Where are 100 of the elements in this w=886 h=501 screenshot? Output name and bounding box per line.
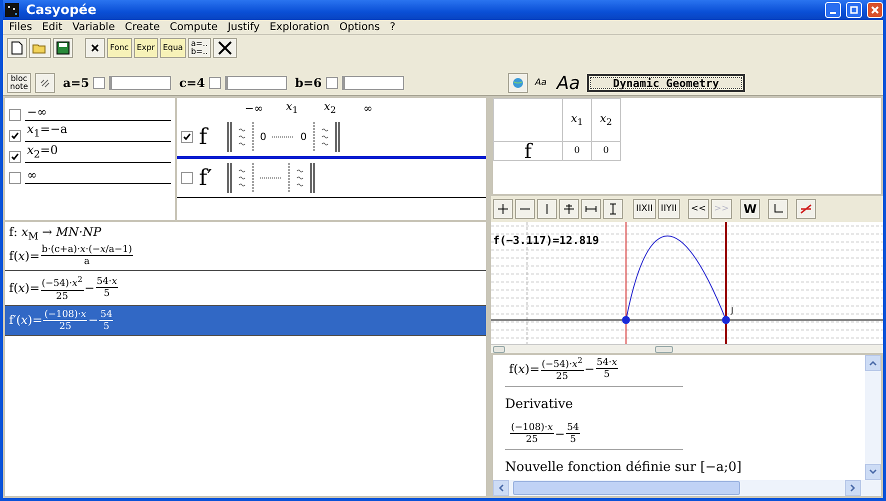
scroll-right-button[interactable] <box>845 480 861 496</box>
notebook-button[interactable]: bloc note <box>7 73 32 93</box>
create-button[interactable]: Equa <box>160 38 186 58</box>
scroll-up-button[interactable] <box>865 355 881 371</box>
minimize-button[interactable] <box>825 2 841 18</box>
checkmark-icon <box>11 132 19 140</box>
menu-item[interactable]: Options <box>339 21 380 33</box>
fraction: (−54)·x$^{2}$ 25 <box>40 274 84 302</box>
parameter-label: a=5 <box>63 76 90 90</box>
globe-button[interactable] <box>508 73 528 93</box>
menu-item[interactable]: Files <box>9 21 32 33</box>
scale-button[interactable] <box>35 73 56 93</box>
zero-value: 0 <box>260 132 266 142</box>
graph-tool-button[interactable]: << <box>688 199 710 219</box>
cross-arrows-icon <box>563 203 575 215</box>
checkbox[interactable] <box>9 130 21 142</box>
column-header: x$_{1}$ <box>284 100 300 116</box>
height-button[interactable] <box>603 199 623 219</box>
vertical-zoom-button[interactable] <box>537 199 557 219</box>
checkbox[interactable] <box>181 131 193 143</box>
close-icon <box>871 6 879 14</box>
zero-value: 0 <box>300 132 307 142</box>
maximize-button[interactable] <box>846 2 862 18</box>
graph-tool-button[interactable]: IIYII <box>658 199 680 219</box>
column-header: ∞ <box>362 102 374 114</box>
fraction: (−54)·x$^{2}$ 25 <box>540 355 584 382</box>
double-bar-icon <box>227 163 232 193</box>
menu-item[interactable]: ? <box>390 21 396 33</box>
dotted-line-icon <box>272 135 294 139</box>
window-title: Casyopée <box>26 2 98 18</box>
parameter-label: b=6 <box>294 76 322 90</box>
bound-value: −∞ <box>25 105 171 121</box>
small-font-button[interactable]: Aa <box>532 78 550 88</box>
dotted-line-icon <box>288 163 290 193</box>
menu-item[interactable]: Variable <box>72 21 115 33</box>
document-icon <box>11 41 23 55</box>
scroll-handle[interactable] <box>493 346 505 352</box>
checkbox[interactable] <box>208 77 221 89</box>
app-logo-icon <box>3 3 21 17</box>
graph-tool-button[interactable]: IIXII <box>633 199 656 219</box>
squiggle-icon <box>238 126 246 148</box>
checkmark-icon <box>183 133 191 141</box>
checkbox[interactable] <box>9 172 21 184</box>
fraction: 54·x 5 <box>96 276 118 300</box>
create-button[interactable]: Expr <box>134 38 158 58</box>
crossed-out-icon <box>799 203 814 215</box>
checkbox[interactable] <box>9 109 21 121</box>
bound-value: x$_{1}$=−a <box>25 122 171 142</box>
checkmark-icon <box>11 153 19 161</box>
erase-button[interactable] <box>796 199 816 219</box>
function-name: f′ <box>199 166 214 190</box>
large-font-button[interactable]: Aa <box>554 72 584 94</box>
formula-text: f: x$_{M}$ → MN·NP <box>9 225 102 242</box>
close-button[interactable] <box>212 38 237 58</box>
fraction: 54 5 <box>99 308 114 332</box>
assign-button[interactable]: a=.. b=.. <box>188 38 211 58</box>
checkbox[interactable] <box>9 151 21 163</box>
column-header: x$_{2}$ <box>592 98 620 142</box>
squiggle-icon <box>296 167 304 189</box>
horizontal-zoom-button[interactable] <box>515 199 535 219</box>
chevron-right-icon <box>850 484 856 492</box>
notebook-text: Derivative <box>505 397 574 412</box>
scroll-left-button[interactable] <box>493 480 509 496</box>
formula-text: − <box>584 362 595 376</box>
checkbox[interactable] <box>93 77 106 89</box>
delete-button[interactable] <box>85 38 105 58</box>
open-folder-button[interactable] <box>29 38 51 58</box>
double-bar-icon <box>227 122 232 152</box>
checkbox[interactable] <box>181 172 193 184</box>
menu-item[interactable]: Exploration <box>270 21 330 33</box>
formula-text: f(x)= <box>9 248 40 263</box>
maximize-icon <box>850 6 858 14</box>
bound-value: ∞ <box>25 168 171 184</box>
table-cell: 0 <box>562 142 592 160</box>
function-readout: f(−3.117)=12.819 <box>493 234 599 247</box>
move-button[interactable] <box>493 199 513 219</box>
new-file-button[interactable] <box>7 38 27 58</box>
save-button[interactable] <box>53 38 73 58</box>
width-button[interactable] <box>581 199 601 219</box>
menu-item[interactable]: Create <box>124 21 160 33</box>
dynamic-geometry-button[interactable]: Dynamic Geometry <box>587 74 745 92</box>
column-header: x$_{1}$ <box>562 98 592 142</box>
dotted-line-icon <box>252 122 254 152</box>
graph-tool-button[interactable]: W <box>740 199 760 219</box>
folder-icon <box>32 42 48 54</box>
menu-item[interactable]: Justify <box>228 21 260 33</box>
scrollbar-thumb[interactable] <box>513 481 740 495</box>
fraction: (−108)·x 25 <box>43 308 88 332</box>
axes-button[interactable] <box>768 199 788 219</box>
menu-item[interactable]: Edit <box>42 21 62 33</box>
cross-icon <box>90 43 100 53</box>
checkbox[interactable] <box>326 77 338 89</box>
cross-icon <box>216 41 233 55</box>
scroll-handle[interactable] <box>655 346 673 352</box>
scroll-down-button[interactable] <box>865 464 881 480</box>
create-button[interactable]: Fonc <box>107 38 132 58</box>
fraction: 54 5 <box>566 422 580 446</box>
fit-button[interactable] <box>559 199 579 219</box>
formula-text: − <box>554 426 565 441</box>
menu-item[interactable]: Compute <box>170 21 218 33</box>
